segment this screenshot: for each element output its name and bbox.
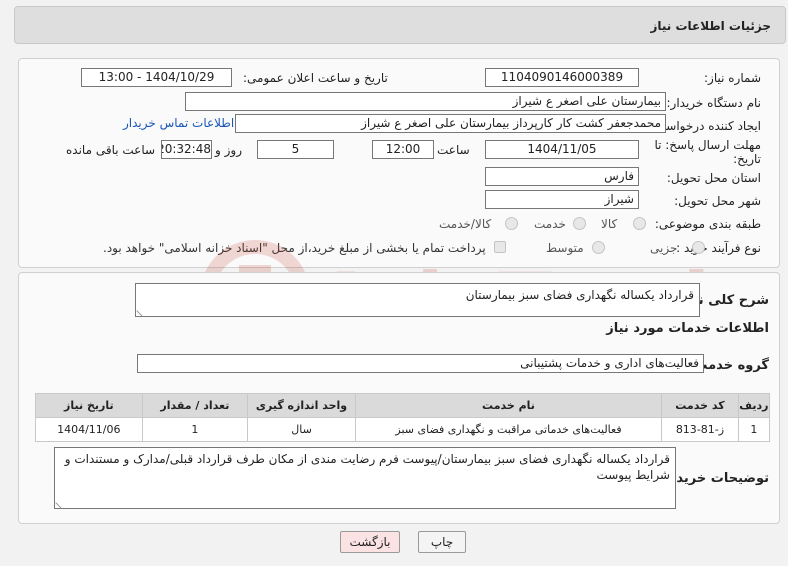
days-label: روز و <box>215 143 242 157</box>
col-header-unit: واحد اندازه گیری <box>247 393 356 418</box>
cell-quantity: 1 <box>141 417 249 442</box>
deadline-label-date: تاریخ: <box>733 152 761 166</box>
col-header-need-date: تاریخ نیاز <box>35 393 143 418</box>
service-group-field[interactable]: فعالیت‌های اداری و خدمات پشتیبانی <box>137 354 704 373</box>
treasury-payment-note: پرداخت تمام یا بخشی از مبلغ خرید،از محل … <box>103 241 486 255</box>
remaining-days-field[interactable]: 5 <box>257 140 334 159</box>
process-option-medium: متوسط <box>546 241 584 255</box>
buyer-notes-textarea[interactable]: قرارداد یکساله نگهداری فضای سبز بیمارستا… <box>54 447 676 509</box>
city-label: شهر محل تحویل: <box>674 194 761 208</box>
process-option-minor: جزیی <box>650 241 678 255</box>
back-button[interactable]: بازگشت <box>340 531 400 553</box>
col-header-row-number: ردیف <box>737 393 771 418</box>
cell-need-date: 1404/11/06 <box>35 417 143 442</box>
cell-service-name: فعالیت‌های خدماتی مراقبت و نگهداری فضای … <box>354 417 663 442</box>
cell-service-code: ز-81-813 <box>661 417 739 442</box>
category-label: طبقه بندی موضوعی: <box>654 217 761 231</box>
table-header-row: ردیف کد خدمت نام خدمت واحد اندازه گیری ت… <box>35 393 771 418</box>
deadline-date-field[interactable]: 1404/11/05 <box>485 140 639 159</box>
table-row[interactable]: 1 ز-81-813 فعالیت‌های خدماتی مراقبت و نگ… <box>35 417 771 442</box>
city-field[interactable]: شیراز <box>485 190 639 209</box>
category-radio-goods-service[interactable] <box>505 217 518 230</box>
summary-text: قرارداد یکساله نگهداری فضای سبز بیمارستا… <box>465 288 694 302</box>
buyer-org-label: نام دستگاه خریدار: <box>666 96 762 110</box>
process-radio-medium[interactable] <box>592 241 605 254</box>
need-number-label: شماره نیاز: <box>704 71 761 85</box>
cell-row-number: 1 <box>737 417 771 442</box>
creator-field[interactable]: محمدجعفر کشت کار کارپرداز بیمارستان علی … <box>235 114 666 133</box>
deadline-time-field[interactable]: 12:00 <box>372 140 434 159</box>
category-option-service: خدمت <box>534 217 566 231</box>
col-header-quantity: تعداد / مقدار <box>141 393 249 418</box>
page-header: جزئیات اطلاعات نیاز <box>14 6 786 44</box>
cell-unit: سال <box>247 417 356 442</box>
buyer-org-field[interactable]: بیمارستان علی اصغر ع شیراز <box>185 92 666 111</box>
province-label: استان محل تحویل: <box>666 171 761 185</box>
announce-datetime-field[interactable]: 1404/10/29 - 13:00 <box>81 68 232 87</box>
remaining-time-label: ساعت باقی مانده <box>66 143 156 157</box>
deadline-time-label: ساعت <box>437 143 470 157</box>
creator-label: ایجاد کننده درخواست: <box>650 119 761 133</box>
treasury-payment-checkbox[interactable] <box>494 241 506 253</box>
process-radio-minor[interactable] <box>692 241 705 254</box>
process-type-label: نوع فرآیند خرید : <box>676 241 761 255</box>
service-details-panel: شرح کلی نیاز: قرارداد یکساله نگهداری فضا… <box>18 272 780 524</box>
services-table: ردیف کد خدمت نام خدمت واحد اندازه گیری ت… <box>35 393 771 442</box>
page-title: جزئیات اطلاعات نیاز <box>650 19 771 33</box>
col-header-service-name: نام خدمت <box>354 393 663 418</box>
resize-handle-icon[interactable] <box>136 305 148 317</box>
category-option-goods-service: کالا/خدمت <box>439 217 492 231</box>
summary-textarea[interactable]: قرارداد یکساله نگهداری فضای سبز بیمارستا… <box>135 283 700 317</box>
print-button[interactable]: چاپ <box>418 531 466 553</box>
need-info-panel: شماره نیاز: 1104090146000389 تاریخ و ساع… <box>18 58 780 268</box>
col-header-service-code: کد خدمت <box>661 393 739 418</box>
category-radio-service[interactable] <box>573 217 586 230</box>
province-field[interactable]: فارس <box>485 167 639 186</box>
need-number-field[interactable]: 1104090146000389 <box>485 68 639 87</box>
remaining-time-field[interactable]: 20:32:48 <box>161 140 212 159</box>
buyer-contact-link[interactable]: اطلاعات تماس خریدار <box>123 116 234 130</box>
buyer-notes-text: قرارداد یکساله نگهداری فضای سبز بیمارستا… <box>64 452 670 482</box>
services-heading: اطلاعات خدمات مورد نیاز <box>606 321 769 336</box>
announce-datetime-label: تاریخ و ساعت اعلان عمومی: <box>243 71 388 85</box>
resize-handle-icon[interactable] <box>55 497 67 509</box>
category-option-goods: کالا <box>601 217 618 231</box>
category-radio-goods[interactable] <box>633 217 646 230</box>
deadline-label: مهلت ارسال پاسخ: تا <box>654 138 761 152</box>
